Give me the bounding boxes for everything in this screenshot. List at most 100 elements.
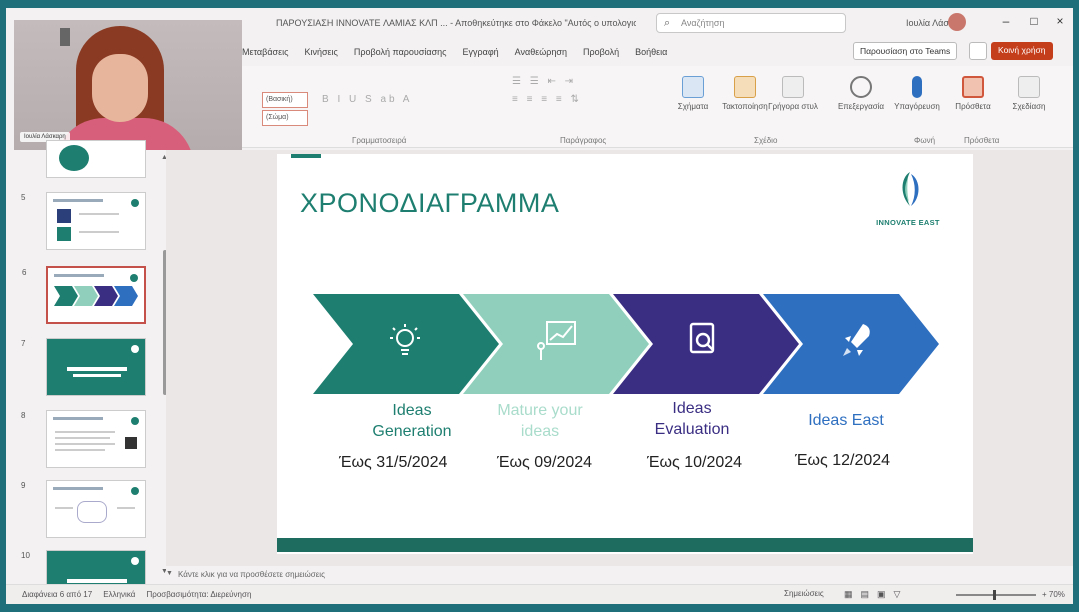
minimize-button[interactable]: – — [996, 14, 1016, 28]
slide-thumbnail[interactable]: 9 — [21, 480, 146, 538]
slide-thumbnail-active[interactable]: 6 — [22, 266, 146, 324]
logo-text: INNOVATE EAST — [876, 218, 940, 227]
stage-4-date: Έως 12/2024 — [795, 452, 891, 469]
quick-styles-label: Γρήγορα στυλ — [768, 102, 818, 111]
stage-4-label-line1: Ideas East — [808, 412, 884, 429]
avatar[interactable] — [948, 13, 966, 31]
designer-icon — [1018, 76, 1040, 98]
group-label-font: Γραμματοσειρά — [352, 136, 407, 145]
dictate-button[interactable]: Υπαγόρευση — [890, 76, 944, 111]
stage-3-date: Έως 10/2024 — [647, 454, 743, 471]
accessibility-status[interactable]: Προσβασιμότητα: Διερεύνηση — [146, 590, 251, 599]
designer-label: Σχεδίαση — [1012, 102, 1046, 111]
thumbnail-title — [53, 487, 103, 490]
thumbnail-number: 9 — [21, 481, 26, 490]
language-indicator[interactable]: Ελληνικά — [103, 590, 135, 599]
editing-label: Επεξεργασία — [837, 102, 885, 111]
maximize-button[interactable]: □ — [1024, 14, 1044, 28]
microphone-icon — [912, 76, 922, 98]
thumbnail-text-line — [79, 213, 119, 215]
notes-toggle-button[interactable]: Σημειώσεις — [784, 589, 824, 598]
thumbnail-title — [54, 274, 104, 277]
notes-placeholder: Κάντε κλικ για να προσθέσετε σημειώσεις — [178, 570, 325, 579]
list-icons[interactable]: ☰ ☰ ⇤ ⇥ — [512, 76, 576, 87]
thumbnail-title — [53, 417, 103, 420]
thumbnail-number: 5 — [21, 193, 26, 202]
arrange-button[interactable]: Τακτοποίηση — [718, 76, 772, 111]
share-button[interactable]: Κοινή χρήση — [991, 42, 1053, 60]
thumbnail-text-line — [67, 367, 127, 371]
thumbnail-graphic — [59, 145, 89, 171]
stage-2-label-line1: Mature your — [497, 402, 583, 419]
addins-label: Πρόσθετα — [955, 102, 991, 111]
group-label-drawing: Σχέδιο — [754, 136, 778, 145]
thumbnail-graphic — [57, 227, 71, 241]
thumbnail-logo — [131, 345, 139, 353]
designer-button[interactable]: Σχεδίαση — [1002, 76, 1056, 111]
font-format-icons[interactable]: B I U S ab A — [322, 94, 412, 105]
thumbnail-text-line — [55, 507, 73, 509]
tab-record[interactable]: Εγγραφή — [463, 47, 499, 57]
thumbnail-chevrons — [54, 286, 138, 306]
user-name[interactable]: Ιουλία Λάσκ — [906, 18, 953, 28]
document-title[interactable]: ΠΑΡΟΥΣΙΑΣΗ INNOVATE ΛΑΜΙΑΣ ΚΛΠ ... - Απο… — [276, 18, 636, 28]
close-button[interactable]: × — [1050, 14, 1070, 28]
thumbnail-text-line — [67, 579, 127, 583]
tab-view[interactable]: Προβολή — [583, 47, 619, 57]
view-buttons[interactable]: ▦▤▣▽ — [844, 589, 908, 600]
powerpoint-window: ΠΑΡΟΥΣΙΑΣΗ INNOVATE ΛΑΜΙΑΣ ΚΛΠ ... - Απο… — [6, 8, 1073, 604]
slide-thumbnail[interactable]: 7 — [21, 338, 146, 396]
tab-help[interactable]: Βοήθεια — [635, 47, 667, 57]
thumbnail-text-line — [79, 231, 119, 233]
tab-transitions[interactable]: Μεταβάσεις — [242, 47, 288, 57]
zoom-level[interactable]: + 70% — [1042, 590, 1065, 599]
stage-1-label-line1: Ideas — [392, 402, 432, 419]
thumbnail-text-line — [55, 437, 110, 439]
thumbnail-number: 8 — [21, 411, 26, 420]
search-placeholder: Αναζήτηση — [681, 18, 725, 28]
group-label-paragraph: Παράγραφος — [560, 136, 607, 145]
addins-button[interactable]: Πρόσθετα — [946, 76, 1000, 111]
slide-footer-bar — [277, 538, 973, 552]
current-slide[interactable]: ΧΡΟΝΟΔΙΑΓΡΑΜΜΑ INNOVATE EAST Ideas Gener… — [277, 154, 973, 554]
quick-styles-button[interactable]: Γρήγορα στυλ — [766, 76, 820, 111]
thumbnail-graphic — [77, 501, 107, 523]
slide-thumbnail-panel[interactable]: 5 6 7 8 9 10 ▲ ▼ — [14, 140, 168, 604]
group-label-addins: Πρόσθετα — [964, 136, 1000, 145]
stage-1-label: Ideas Generation — [357, 400, 467, 442]
zoom-slider[interactable] — [956, 594, 1036, 596]
slide-thumbnail[interactable] — [46, 140, 146, 178]
chevron-stage-1[interactable] — [313, 294, 499, 394]
slide-thumbnail[interactable]: 5 — [21, 192, 146, 250]
arrange-label: Τακτοποίηση — [722, 102, 768, 111]
slide-counter: Διαφάνεια 6 από 17 — [22, 590, 93, 599]
slide-accent-bar — [291, 154, 321, 158]
font-name-box[interactable]: (Βασική) — [262, 92, 308, 108]
tab-review[interactable]: Αναθεώρηση — [515, 47, 567, 57]
slide-title[interactable]: ΧΡΟΝΟΔΙΑΓΡΑΜΜΑ — [300, 188, 559, 219]
editing-button[interactable]: Επεξεργασία — [834, 76, 888, 111]
thumbnail-logo — [131, 487, 139, 495]
comments-button[interactable] — [969, 42, 987, 60]
stage-3-label-line1: Ideas — [672, 400, 712, 417]
paragraph-icons[interactable]: ≡ ≡ ≡ ≡ ⇅ — [512, 94, 582, 105]
shapes-button[interactable]: Σχήματα — [666, 76, 720, 111]
collapse-notes-icon[interactable]: ▼ — [166, 570, 173, 577]
status-left: Διαφάνεια 6 από 17 Ελληνικά Προσβασιμότη… — [22, 590, 251, 599]
timeline-chevrons — [313, 294, 939, 394]
search-box[interactable]: ⌕ Αναζήτηση — [656, 13, 846, 33]
tab-slideshow[interactable]: Προβολή παρουσίασης — [354, 47, 447, 57]
thumbnail-text-line — [73, 374, 121, 377]
shapes-icon — [682, 76, 704, 98]
notes-pane[interactable]: ▼ Κάντε κλικ για να προσθέσετε σημειώσει… — [166, 566, 1073, 584]
quick-styles-icon — [782, 76, 804, 98]
font-section-box[interactable]: (Σώμα) — [262, 110, 308, 126]
tab-animations[interactable]: Κινήσεις — [304, 47, 337, 57]
zoom-slider-thumb[interactable] — [993, 590, 996, 600]
present-in-teams-button[interactable]: Παρουσίαση στο Teams — [853, 42, 958, 60]
slide-thumbnail[interactable]: 8 — [21, 410, 146, 468]
thumbnail-text-line — [55, 431, 115, 433]
thumbnail-text-line — [55, 449, 105, 451]
innovate-east-logo: INNOVATE EAST — [873, 172, 943, 232]
stage-2-label-line2: ideas — [520, 423, 560, 440]
